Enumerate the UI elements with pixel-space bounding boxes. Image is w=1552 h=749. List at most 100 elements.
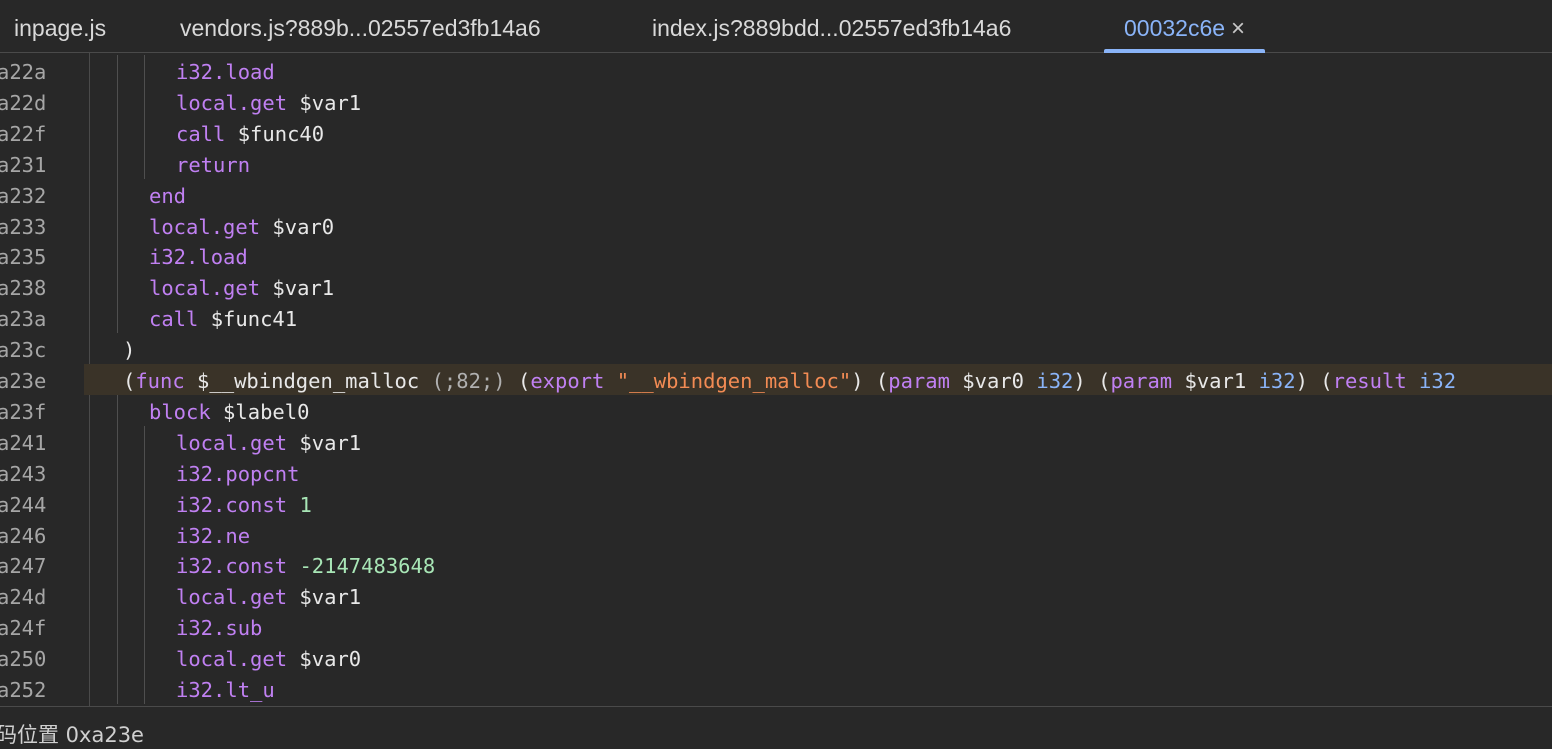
code-text: block $label0 [149,395,309,429]
code-token: call [176,121,226,146]
indent-guide [117,178,118,210]
line-address[interactable]: a23e [0,364,46,398]
line-address[interactable]: a22a [0,55,46,89]
code-line[interactable]: a231 return [0,147,1552,182]
tab-vendors-js[interactable]: vendors.js?889b...02557ed3fb14a6 [180,0,541,52]
line-address[interactable]: a247 [0,549,46,583]
code-token: i32.lt_u [176,678,275,702]
line-address[interactable]: a22d [0,86,46,120]
code-token: 1 [299,492,312,517]
code-line[interactable]: a24f i32.sub [0,611,1552,645]
code-line[interactable]: a23c) [0,333,1552,364]
code-editor[interactable]: a22a i32.load a22d local.get $var1 a22f call … [0,53,1552,706]
code-line[interactable]: a235 i32.load [0,240,1552,274]
code-text: i32.load [176,55,275,89]
code-token: i32 [1036,369,1074,393]
status-bar: 码位置 0xa23e [0,706,1552,747]
tab-label: 00032c6e [1124,15,1226,41]
line-address[interactable]: a24f [0,611,46,645]
code-token: func [135,369,185,393]
indent-guide [144,85,145,117]
source-position: 码位置 0xa23e [0,723,144,747]
line-address[interactable]: a235 [0,240,46,274]
code-token: "__wbindgen_malloc" [616,369,852,393]
indent-guide [117,116,118,148]
line-address[interactable]: a243 [0,457,46,491]
code-text: local.get $var1 [176,426,361,460]
line-address[interactable]: a233 [0,210,46,244]
code-token: ) ( [851,369,889,393]
code-token: export [530,369,605,393]
indent-guide [144,642,145,674]
code-token: call [149,307,199,332]
code-line[interactable]: a247 i32.const -2147483648 [0,549,1552,583]
close-icon[interactable]: × [1231,1,1245,57]
indent-guide [117,209,118,241]
code-text: local.get $var1 [176,580,361,614]
code-text: i32.load [149,240,248,274]
line-address[interactable]: a244 [0,488,46,522]
code-text: call $func40 [176,117,324,151]
code-line[interactable]: a22f call $func40 [0,116,1552,151]
code-token: ) ( [1295,369,1333,393]
tab-wasm-00032c6e[interactable]: 00032c6e × [1103,0,1266,53]
code-line[interactable]: a23e (func $__wbindgen_malloc (;82;) (exp… [0,364,1552,395]
code-line[interactable]: a246 i32.ne [0,518,1552,553]
code-text: end [149,179,186,213]
tab-inpage-js[interactable]: inpage.js [14,0,106,52]
indent-guide [117,549,118,581]
code-token: $func41 [198,307,298,332]
code-token: ) [123,338,136,363]
code-token: i32.sub [176,616,263,641]
code-token: (;82;) [431,369,506,393]
line-address[interactable]: a24d [0,580,46,614]
code-line[interactable]: a232 end [0,178,1552,213]
code-text: i32.const 1 [176,488,312,522]
code-line[interactable]: a22d local.get $var1 [0,85,1552,120]
code-line[interactable]: a238 local.get $var1 [0,271,1552,305]
code-line[interactable]: a23a call $func41 [0,302,1552,336]
code-token: local.get [176,585,288,610]
line-address[interactable]: a246 [0,519,46,553]
indent-guide [117,611,118,643]
line-address[interactable]: a252 [0,673,46,706]
line-address[interactable]: a250 [0,642,46,676]
code-token: i32.load [176,60,275,84]
indent-guide [117,456,118,488]
code-token: ) ( [1073,369,1111,393]
tab-index-js[interactable]: index.js?889bdd...02557ed3fb14a6 [652,0,1011,52]
code-line[interactable]: a244 i32.const 1 [0,487,1552,522]
code-line[interactable]: a252 i32.lt_u [0,673,1552,704]
code-token: ( [123,369,136,393]
code-line[interactable]: a23f block $label0 [0,394,1552,429]
line-address[interactable]: a23c [0,333,46,367]
line-address[interactable]: a241 [0,426,46,460]
code-line[interactable]: a22a i32.load [0,55,1552,86]
line-address[interactable]: a231 [0,148,46,182]
code-token: i32.const [176,492,288,517]
code-token: $func40 [225,121,325,146]
code-token: param [1110,369,1173,393]
code-line[interactable]: a241 local.get $var1 [0,425,1552,460]
indent-guide [144,580,145,612]
code-line[interactable]: a233 local.get $var0 [0,209,1552,244]
line-address[interactable]: a232 [0,179,46,213]
line-address[interactable]: a23f [0,395,46,429]
code-line[interactable]: a250 local.get $var0 [0,642,1552,676]
indent-guide [144,549,145,581]
code-token: i32.const [176,554,288,579]
code-token: -2147483648 [299,554,436,579]
indent-guide [117,642,118,674]
line-address[interactable]: a22f [0,117,46,151]
code-token: $var1 [260,276,335,301]
code-token: i32.load [149,245,248,270]
indent-guide [117,425,118,457]
code-text: local.get $var1 [176,86,361,120]
line-address[interactable]: a23a [0,302,46,336]
code-token: local.get [176,90,288,115]
code-token: $var0 [260,214,335,239]
line-address[interactable]: a238 [0,271,46,305]
code-line[interactable]: a24d local.get $var1 [0,580,1552,614]
code-line[interactable]: a243 i32.popcnt [0,456,1552,491]
